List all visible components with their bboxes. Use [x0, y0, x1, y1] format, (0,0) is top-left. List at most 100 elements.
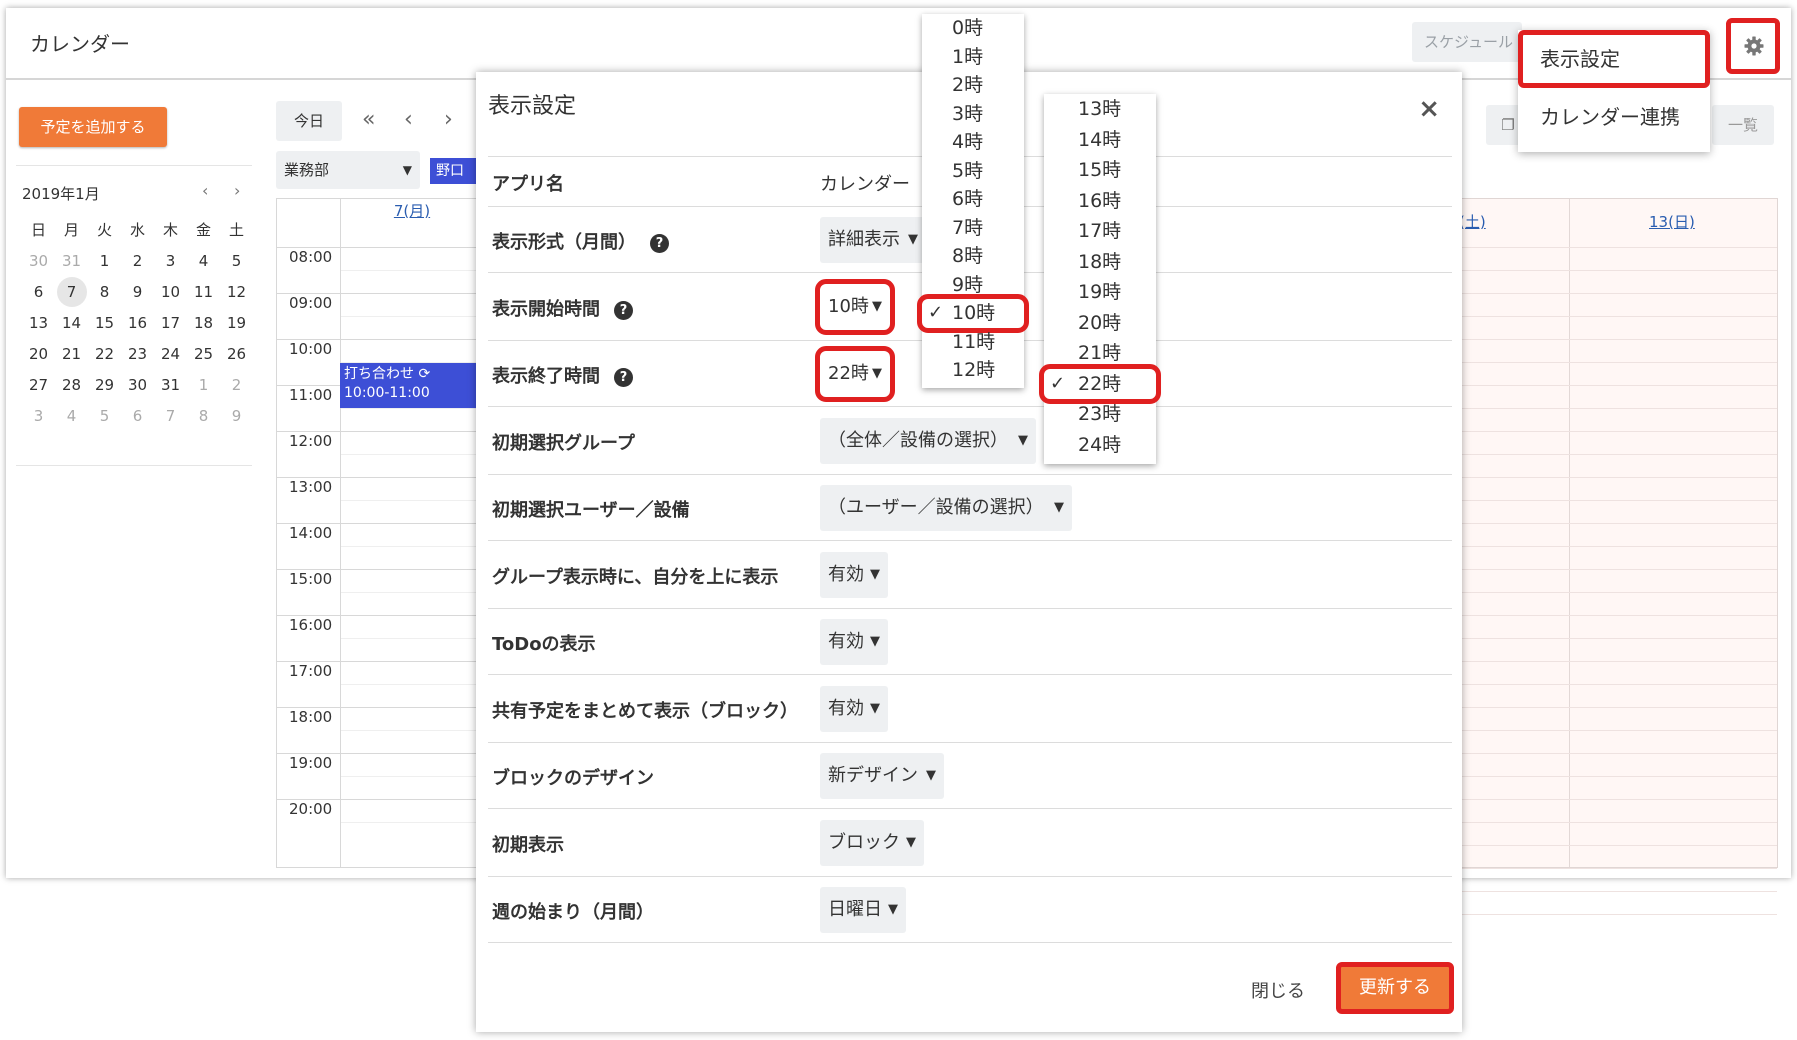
mini-calendar-day[interactable]: 30	[121, 370, 154, 401]
mini-calendar-day[interactable]: 19	[220, 308, 253, 339]
mini-calendar-day[interactable]: 21	[55, 339, 88, 370]
chevron-left-icon[interactable]: ‹	[202, 181, 208, 200]
mini-calendar-day[interactable]: 27	[22, 370, 55, 401]
mini-calendar-day[interactable]: 12	[220, 277, 253, 308]
mini-calendar-day[interactable]: 31	[154, 370, 187, 401]
time-row[interactable]: 08:00	[277, 247, 483, 293]
mini-calendar-day[interactable]: 5	[88, 401, 121, 432]
mini-calendar-day[interactable]: 16	[121, 308, 154, 339]
setting-select[interactable]: ブロック ▼	[820, 820, 924, 866]
menu-item-calendar-sync[interactable]: カレンダー連携	[1518, 102, 1710, 132]
mini-calendar-day[interactable]: 8	[187, 401, 220, 432]
setting-select[interactable]: 有効 ▼	[820, 619, 888, 665]
hour-option[interactable]: 20時	[1044, 308, 1156, 339]
time-row[interactable]: 20:00	[277, 799, 483, 845]
time-row[interactable]: 13:00	[277, 477, 483, 523]
hour-option[interactable]: 6時	[922, 185, 1024, 214]
today-button[interactable]: 今日	[276, 101, 342, 141]
mini-calendar-day[interactable]: 29	[88, 370, 121, 401]
mini-calendar-day[interactable]: 26	[220, 339, 253, 370]
mini-calendar-day[interactable]: 11	[187, 277, 220, 308]
mini-calendar-day[interactable]: 30	[22, 246, 55, 277]
mini-calendar-day[interactable]: 28	[55, 370, 88, 401]
chevron-right-icon[interactable]: ›	[444, 107, 453, 132]
mini-calendar-day[interactable]: 6	[121, 401, 154, 432]
day-header[interactable]: 7(月)	[341, 199, 483, 247]
hour-option[interactable]: 15時	[1044, 155, 1156, 186]
schedule-search-input[interactable]: スケジュール	[1412, 22, 1522, 62]
menu-item-display-settings[interactable]: 表示設定	[1518, 30, 1710, 88]
mini-calendar-day[interactable]: 24	[154, 339, 187, 370]
time-row[interactable]: 12:00	[277, 431, 483, 477]
hour-option[interactable]: 12時	[922, 356, 1024, 385]
group-select[interactable]: 業務部 ▼	[276, 151, 420, 189]
setting-select[interactable]: （ユーザー／設備の選択） ▼	[820, 485, 1072, 531]
mini-calendar-day[interactable]: 13	[22, 308, 55, 339]
hour-option[interactable]: 3時	[922, 100, 1024, 129]
mini-calendar-day[interactable]: 4	[187, 246, 220, 277]
hour-option[interactable]: 5時	[922, 157, 1024, 186]
hour-option[interactable]: 17時	[1044, 216, 1156, 247]
setting-select[interactable]: 詳細表示 ▼	[820, 217, 926, 263]
mini-calendar-day[interactable]: 31	[55, 246, 88, 277]
event-block[interactable]: 打ち合わせ ⟳ 10:00-11:00	[340, 363, 482, 408]
setting-select[interactable]: （全体／設備の選択） ▼	[820, 418, 1036, 464]
help-icon[interactable]: ?	[614, 301, 633, 320]
hour-option[interactable]: ✓ 10時	[917, 294, 1029, 333]
chevron-left-icon[interactable]: ‹	[404, 107, 413, 132]
mini-calendar-day[interactable]: 6	[22, 277, 55, 308]
settings-gear-button[interactable]	[1726, 18, 1780, 74]
hour-option[interactable]: 13時	[1044, 94, 1156, 125]
mini-calendar-day[interactable]: 18	[187, 308, 220, 339]
mini-calendar-day[interactable]: 17	[154, 308, 187, 339]
mini-calendar-day[interactable]: 3	[22, 401, 55, 432]
mini-calendar-day[interactable]: 4	[55, 401, 88, 432]
setting-select[interactable]: 10時 ▼	[815, 279, 895, 335]
double-chevron-left-icon[interactable]: «	[362, 107, 375, 132]
mini-calendar-day[interactable]: 3	[154, 246, 187, 277]
mini-calendar-day[interactable]: 14	[55, 308, 88, 339]
mini-calendar-day[interactable]: 7	[154, 401, 187, 432]
setting-select[interactable]: 22時 ▼	[815, 346, 895, 402]
update-button[interactable]: 更新する	[1336, 962, 1454, 1014]
hour-option[interactable]: 16時	[1044, 186, 1156, 217]
time-row[interactable]: 09:00	[277, 293, 483, 339]
close-button[interactable]: 閉じる	[1251, 977, 1305, 1003]
mini-calendar-day[interactable]: 20	[22, 339, 55, 370]
hour-option[interactable]: 14時	[1044, 125, 1156, 156]
mini-calendar-day[interactable]: 2	[121, 246, 154, 277]
setting-select[interactable]: 新デザイン ▼	[820, 753, 944, 799]
mini-calendar-day[interactable]: 25	[187, 339, 220, 370]
mini-calendar-day[interactable]: 23	[121, 339, 154, 370]
close-icon[interactable]: ×	[1418, 94, 1440, 124]
mini-calendar-day[interactable]: 1	[88, 246, 121, 277]
hour-option[interactable]: 9時	[922, 271, 1024, 300]
hour-option[interactable]: 4時	[922, 128, 1024, 157]
mini-calendar-day[interactable]: 15	[88, 308, 121, 339]
hour-option[interactable]: 11時	[922, 328, 1024, 357]
time-row[interactable]: 19:00	[277, 753, 483, 799]
hour-option[interactable]: ✓ 22時	[1039, 363, 1161, 404]
list-view-button[interactable]: 一覧	[1712, 105, 1774, 145]
day-header-sunday[interactable]: 13(日)	[1649, 211, 1695, 232]
mini-calendar-day[interactable]: 7	[55, 277, 88, 308]
hour-option[interactable]: 2時	[922, 71, 1024, 100]
time-row[interactable]: 16:00	[277, 615, 483, 661]
setting-select[interactable]: 有効 ▼	[820, 686, 888, 732]
setting-select[interactable]: 日曜日 ▼	[820, 887, 906, 933]
mini-calendar-day[interactable]: 8	[88, 277, 121, 308]
mini-calendar-day[interactable]: 9	[220, 401, 253, 432]
help-icon[interactable]: ?	[614, 368, 633, 387]
hour-option[interactable]: 24時	[1044, 430, 1156, 461]
hour-option[interactable]: 23時	[1044, 399, 1156, 430]
day-header-saturday[interactable]: (土)	[1459, 211, 1486, 232]
hour-option[interactable]: 18時	[1044, 247, 1156, 278]
mini-calendar-day[interactable]: 22	[88, 339, 121, 370]
hour-option[interactable]: 0時	[922, 14, 1024, 43]
hour-option[interactable]: 19時	[1044, 277, 1156, 308]
time-row[interactable]: 15:00	[277, 569, 483, 615]
mini-calendar-day[interactable]: 2	[220, 370, 253, 401]
time-row[interactable]: 17:00	[277, 661, 483, 707]
mini-calendar-day[interactable]: 5	[220, 246, 253, 277]
hour-option[interactable]: 21時	[1044, 338, 1156, 369]
